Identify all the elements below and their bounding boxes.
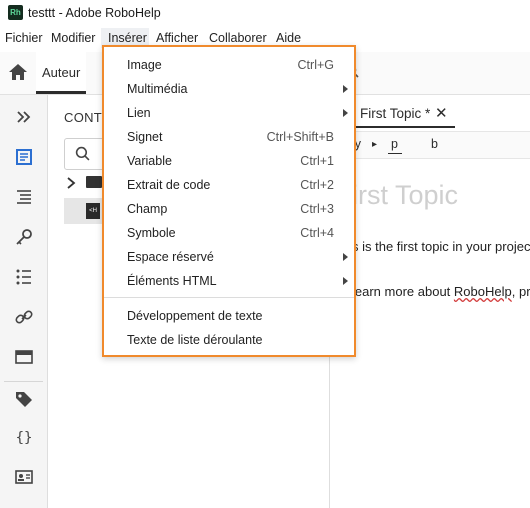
menu-item-signet[interactable]: Signet Ctrl+Shift+B: [104, 125, 354, 149]
tab-active-indicator: [36, 91, 86, 94]
menu-item-elements-html[interactable]: Éléments HTML: [104, 269, 354, 293]
list-icon[interactable]: [14, 267, 34, 287]
menu-item-label: Texte de liste déroulante: [127, 333, 263, 347]
link-icon[interactable]: [14, 307, 34, 327]
menu-item-shortcut: Ctrl+1: [300, 154, 334, 168]
html-file-icon: <H: [86, 203, 100, 219]
menu-item-label: Champ: [127, 202, 168, 216]
menu-item-label: Développement de texte: [127, 309, 263, 323]
breadcrumb-item[interactable]: b: [431, 137, 438, 151]
submenu-arrow-icon: [343, 109, 348, 117]
menu-item-shortcut: Ctrl+G: [297, 58, 334, 72]
breadcrumb-active-indicator: [388, 153, 402, 154]
submenu-arrow-icon: [343, 85, 348, 93]
close-icon[interactable]: ✕: [435, 104, 448, 122]
paragraph-text: , pr: [511, 284, 530, 299]
menu-item-lien[interactable]: Lien: [104, 101, 354, 125]
panel-icon[interactable]: [14, 347, 34, 367]
window-title: testtt - Adobe RoboHelp: [28, 6, 161, 20]
left-rail: {}: [0, 95, 48, 508]
menu-item-label: Image: [127, 58, 162, 72]
key-icon[interactable]: [14, 227, 34, 247]
menu-collaborer[interactable]: Collaborer: [209, 31, 267, 45]
paragraph-text: learn more about: [352, 284, 454, 299]
menu-item-shortcut: Ctrl+2: [300, 178, 334, 192]
menu-item-label: Symbole: [127, 226, 176, 240]
menu-item-label: Espace réservé: [127, 250, 214, 264]
menu-aide[interactable]: Aide: [276, 31, 301, 45]
insert-dropdown-menu: Image Ctrl+G Multimédia Lien Signet Ctrl…: [102, 45, 356, 357]
rail-divider: [4, 381, 43, 382]
menu-item-champ[interactable]: Champ Ctrl+3: [104, 197, 354, 221]
menu-item-label: Éléments HTML: [127, 274, 217, 288]
card-icon[interactable]: [14, 467, 34, 487]
menu-item-label: Signet: [127, 130, 163, 144]
submenu-arrow-icon: [343, 277, 348, 285]
expand-icon[interactable]: [14, 107, 34, 127]
submenu-arrow-icon: [343, 253, 348, 261]
menu-item-image[interactable]: Image Ctrl+G: [104, 53, 354, 77]
menu-inserer[interactable]: Insérer: [108, 31, 147, 45]
tab-active-indicator: [352, 126, 455, 128]
menu-item-espace-reserve[interactable]: Espace réservé: [104, 245, 354, 269]
breadcrumb-item[interactable]: p: [391, 137, 398, 151]
document-tab-label: First Topic *: [360, 106, 431, 121]
menu-item-developpement-de-texte[interactable]: Développement de texte: [104, 304, 354, 328]
menu-divider: [104, 297, 354, 298]
paragraph-line[interactable]: learn more about RoboHelp, pr: [352, 284, 530, 299]
menu-item-label: Lien: [127, 106, 151, 120]
menu-item-texte-de-liste-deroulante[interactable]: Texte de liste déroulante: [104, 328, 354, 352]
menu-item-label: Extrait de code: [127, 178, 211, 192]
topic-heading[interactable]: irst Topic: [352, 180, 458, 211]
search-icon: [75, 146, 90, 161]
tag-icon[interactable]: [14, 389, 34, 409]
svg-text:{}: {}: [16, 430, 33, 446]
menu-afficher[interactable]: Afficher: [156, 31, 198, 45]
paragraph-line[interactable]: s is the first topic in your projec: [352, 239, 530, 254]
menu-item-multimedia[interactable]: Multimédia: [104, 77, 354, 101]
tree-expand-icon[interactable]: [66, 177, 76, 189]
tab-auteur-label: Auteur: [42, 65, 81, 80]
menu-item-label: Variable: [127, 154, 172, 168]
menu-modifier[interactable]: Modifier: [51, 31, 95, 45]
menu-fichier[interactable]: Fichier: [5, 31, 43, 45]
menu-item-shortcut: Ctrl+Shift+B: [266, 130, 334, 144]
menu-item-shortcut: Ctrl+4: [300, 226, 334, 240]
document-icon[interactable]: [14, 147, 34, 167]
menu-item-symbole[interactable]: Symbole Ctrl+4: [104, 221, 354, 245]
misspelled-word: RoboHelp: [453, 284, 512, 299]
menu-item-label: Multimédia: [127, 82, 188, 96]
braces-icon[interactable]: {}: [14, 427, 34, 447]
app-logo-icon: Rh: [8, 5, 23, 20]
menu-item-shortcut: Ctrl+3: [300, 202, 334, 216]
menu-item-variable[interactable]: Variable Ctrl+1: [104, 149, 354, 173]
folder-icon: [86, 176, 102, 188]
home-icon[interactable]: [8, 62, 28, 82]
breadcrumb-separator-icon: ▸: [372, 139, 378, 150]
toc-icon[interactable]: [14, 187, 34, 207]
menu-item-extrait-de-code[interactable]: Extrait de code Ctrl+2: [104, 173, 354, 197]
contents-search-input[interactable]: [64, 138, 106, 170]
